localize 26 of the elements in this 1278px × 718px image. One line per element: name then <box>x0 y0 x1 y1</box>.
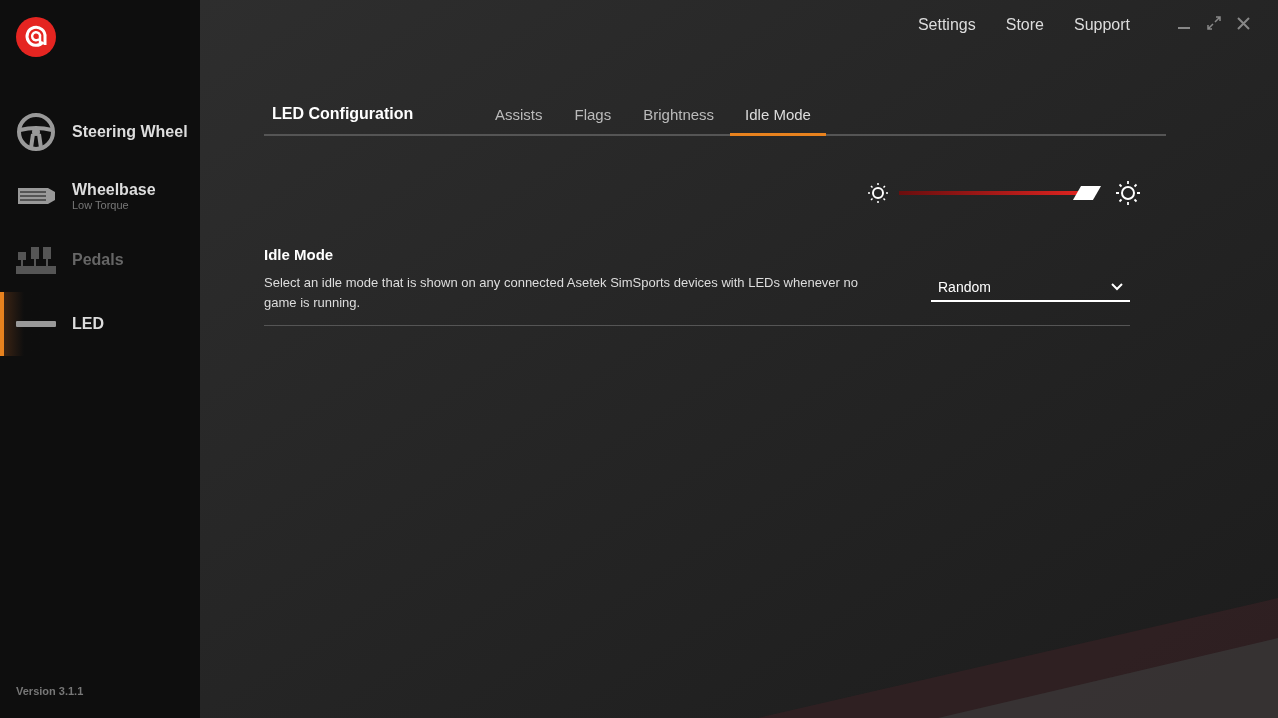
wheelbase-icon <box>16 186 56 206</box>
sidebar-item[interactable]: Steering Wheel <box>0 100 200 164</box>
tab[interactable]: Assists <box>479 103 559 134</box>
slider-thumb[interactable] <box>1072 186 1101 200</box>
tab[interactable]: Idle Mode <box>730 103 826 136</box>
close-icon[interactable] <box>1237 16 1250 30</box>
maximize-icon[interactable] <box>1207 16 1221 30</box>
logo-icon[interactable] <box>16 17 56 57</box>
setting-title: Idle Mode <box>264 245 335 265</box>
tab[interactable]: Flags <box>558 103 628 134</box>
section-title: LED Configuration <box>272 104 415 124</box>
chevron-down-icon <box>1111 283 1123 291</box>
steering-wheel-icon <box>16 112 56 152</box>
led-bar-icon <box>16 321 56 327</box>
menu-link[interactable]: Settings <box>917 13 976 37</box>
tab[interactable]: Brightness <box>627 103 731 134</box>
menu-link[interactable]: Store <box>1005 13 1044 37</box>
setting-description: Select an idle mode that is shown on any connected Asetek SimSports devices with LEDs whenever no game is running. <box>264 273 859 312</box>
menu-link[interactable]: Support <box>1073 13 1130 37</box>
sidebar-sublabel: Low Torque <box>72 199 130 211</box>
pedals-icon <box>16 246 56 274</box>
sun-large-icon <box>1115 180 1141 206</box>
idle-mode-dropdown[interactable]: Random <box>931 274 1130 302</box>
version-label: Version 3.1.1 <box>16 685 84 697</box>
sun-small-icon <box>867 182 889 204</box>
sidebar-item[interactable]: Wheelbase Low Torque <box>0 164 200 228</box>
